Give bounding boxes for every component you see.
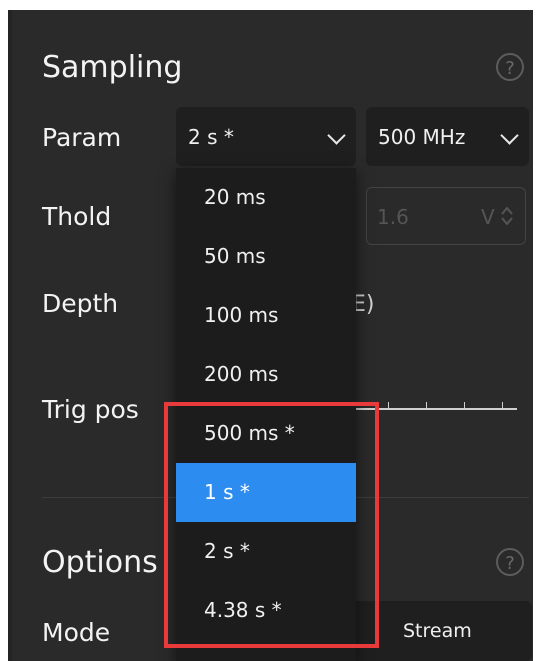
depth-label: Depth [42,289,119,318]
slider-tick [388,402,389,410]
trig-pos-label: Trig pos [42,395,139,424]
dropdown-option[interactable]: 50 ms [176,227,356,286]
dropdown-option-selected[interactable]: 1 s * [176,463,356,522]
chevron-down-icon [327,126,346,145]
thold-label: Thold [42,202,112,231]
options-title: Options [42,545,158,580]
trig-pos-slider-track[interactable] [352,408,517,410]
chevron-down-icon [500,126,519,145]
mode-stream-option[interactable]: Stream [403,620,472,642]
frequency-select-value: 500 MHz [378,124,466,149]
sampling-help-icon[interactable]: ? [496,53,524,81]
options-help-icon[interactable]: ? [496,548,524,576]
slider-tick [426,402,427,410]
dropdown-option[interactable]: 20 ms [176,168,356,227]
param-select-value: 2 s * [188,124,234,149]
slider-tick [502,402,503,410]
dropdown-option[interactable]: 4.38 s * [176,581,356,640]
thold-unit: V [481,205,495,229]
stepper-icon [501,206,513,226]
param-select[interactable]: 2 s * [176,107,356,166]
frequency-select[interactable]: 500 MHz [366,107,529,166]
dropdown-option[interactable]: 2 s * [176,522,356,581]
sampling-title: Sampling [42,50,183,85]
dropdown-option[interactable]: 100 ms [176,286,356,345]
thold-input: 1.6 V [366,187,526,245]
sampling-panel: Sampling ? Param 2 s * 500 MHz Thold 1.6… [8,10,533,661]
thold-value: 1.6 [377,205,409,229]
dropdown-option[interactable]: 500 ms * [176,404,356,463]
param-label: Param [42,123,122,152]
slider-tick [464,402,465,410]
param-dropdown-list: 20 ms 50 ms 100 ms 200 ms 500 ms * 1 s *… [176,168,356,661]
mode-label: Mode [42,618,111,647]
dropdown-option[interactable]: 200 ms [176,345,356,404]
